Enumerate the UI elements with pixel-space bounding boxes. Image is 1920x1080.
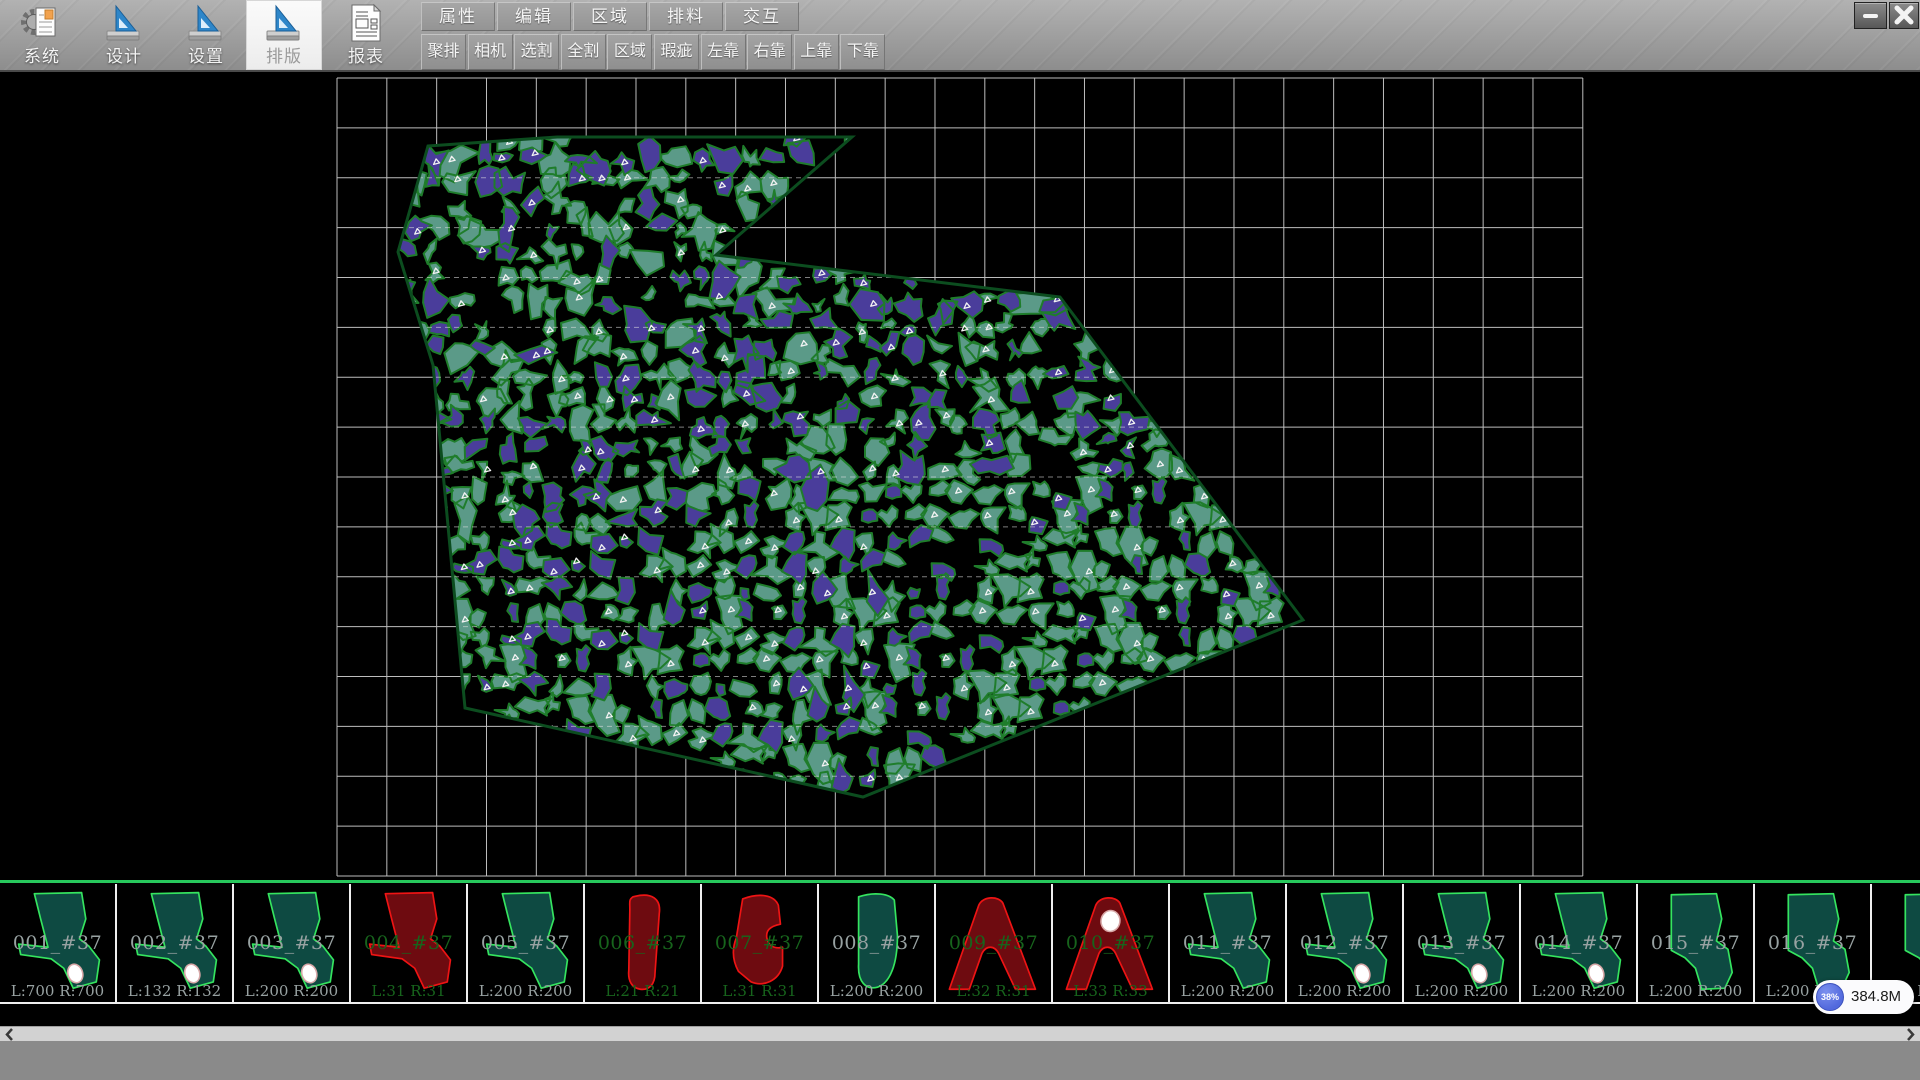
piece-count-label: L:33 R:33 xyxy=(1053,982,1168,1000)
piece-count-label: L:200 R:200 xyxy=(819,982,934,1000)
piece-name: 010_#37 xyxy=(1053,932,1168,954)
minimize-button[interactable] xyxy=(1854,2,1887,29)
tab-label: 排版 xyxy=(246,42,322,67)
tab-4[interactable]: 排版 xyxy=(246,0,322,70)
piece-count-label: L:700 R:700 xyxy=(0,982,115,1000)
tab-label: 系统 xyxy=(4,42,80,67)
piece-count-label: L:200 R:200 xyxy=(1404,982,1519,1000)
tool-button-10[interactable]: 下靠 xyxy=(840,34,885,70)
piece-name: 005_#37 xyxy=(468,932,583,954)
piece-thumbnail-4[interactable]: 004_#37 L:31 R:31 xyxy=(351,884,468,1002)
piece-count-label: L:132 R:132 xyxy=(117,982,232,1000)
tool-button-8[interactable]: 右靠 xyxy=(747,34,792,70)
piece-count-label: L:31 R:31 xyxy=(702,982,817,1000)
piece-name: 014_#37 xyxy=(1521,932,1636,954)
tab-label: 报表 xyxy=(328,42,404,67)
piece-count-label: L:200 R:200 xyxy=(468,982,583,1000)
tool-button-3[interactable]: 选割 xyxy=(514,34,559,70)
tab-label: 设计 xyxy=(86,42,162,67)
piece-thumbnail-2[interactable]: 002_#37 L:132 R:132 xyxy=(117,884,234,1002)
scroll-left-icon[interactable] xyxy=(2,1027,18,1042)
piece-thumbnail-9[interactable]: 009_#37 L:32 R:31 xyxy=(936,884,1053,1002)
memory-value-label: 384.8M xyxy=(1851,980,1901,1014)
piece-thumbnail-8[interactable]: 008_#37 L:200 R:200 xyxy=(819,884,936,1002)
menu-button-2[interactable]: 编辑 xyxy=(497,2,571,31)
piece-thumbnail-14[interactable]: 014_#37 L:200 R:200 xyxy=(1521,884,1638,1002)
piece-thumbnail-3[interactable]: 003_#37 L:200 R:200 xyxy=(234,884,351,1002)
tab-1[interactable]: 系统 xyxy=(4,0,80,70)
piece-count-label: L:21 R:21 xyxy=(585,982,700,1000)
tab-3[interactable]: 设置 xyxy=(168,0,244,70)
main-toolbar: 系统设计设置排版报表 属性编辑区域排料交互 聚排相机选割全割区域瑕疵左靠右靠上靠… xyxy=(0,0,1920,72)
memory-usage-badge: 38% 384.8M xyxy=(1813,980,1914,1014)
scroll-right-icon[interactable] xyxy=(1902,1027,1918,1042)
nesting-canvas-viewport[interactable] xyxy=(0,72,1920,880)
tool-button-1[interactable]: 聚排 xyxy=(421,34,466,70)
tool-button-2[interactable]: 相机 xyxy=(468,34,513,70)
application-window: 系统设计设置排版报表 属性编辑区域排料交互 聚排相机选割全割区域瑕疵左靠右靠上靠… xyxy=(0,0,1920,1080)
tool-button-7[interactable]: 左靠 xyxy=(701,34,746,70)
piece-thumbnail-11[interactable]: 011_#37 L:200 R:200 xyxy=(1170,884,1287,1002)
horizontal-scrollbar[interactable] xyxy=(0,1026,1920,1041)
close-icon xyxy=(1890,3,1918,28)
piece-thumbnail-13[interactable]: 013_#37 L:200 R:200 xyxy=(1404,884,1521,1002)
piece-thumbnail-10[interactable]: 010_#37 L:33 R:33 xyxy=(1053,884,1170,1002)
piece-name: 004_#37 xyxy=(351,932,466,954)
tab-label: 设置 xyxy=(168,42,244,67)
piece-name: 0 xyxy=(1872,932,1920,954)
piece-count-label: L:32 R:31 xyxy=(936,982,1051,1000)
menu-button-4[interactable]: 排料 xyxy=(649,2,723,31)
piece-count-label: L:200 R:200 xyxy=(1521,982,1636,1000)
piece-count-label: L:200 R:200 xyxy=(1170,982,1285,1000)
piece-thumbnail-6[interactable]: 006_#37 L:21 R:21 xyxy=(585,884,702,1002)
piece-name: 009_#37 xyxy=(936,932,1051,954)
piece-name: 007_#37 xyxy=(702,932,817,954)
piece-thumbnail-5[interactable]: 005_#37 L:200 R:200 xyxy=(468,884,585,1002)
piece-name: 001_#37 xyxy=(0,932,115,954)
piece-count-label: L:200 R:200 xyxy=(1287,982,1402,1000)
menu-button-5[interactable]: 交互 xyxy=(725,2,799,31)
piece-thumbnail-12[interactable]: 012_#37 L:200 R:200 xyxy=(1287,884,1404,1002)
menu-button-3[interactable]: 区域 xyxy=(573,2,647,31)
tab-5[interactable]: 报表 xyxy=(328,0,404,70)
minimize-icon xyxy=(1855,3,1886,28)
piece-count-label: L:200 R:200 xyxy=(234,982,349,1000)
tool-button-5[interactable]: 区域 xyxy=(607,34,652,70)
close-button[interactable] xyxy=(1889,2,1919,29)
piece-name: 012_#37 xyxy=(1287,932,1402,954)
nesting-drawing xyxy=(0,72,1920,880)
piece-thumbnail-7[interactable]: 007_#37 L:31 R:31 xyxy=(702,884,819,1002)
piece-name: 008_#37 xyxy=(819,932,934,954)
status-bar xyxy=(0,1041,1920,1080)
piece-name: 006_#37 xyxy=(585,932,700,954)
piece-thumbnail-15[interactable]: 015_#37 L:200 R:200 xyxy=(1638,884,1755,1002)
tool-button-4[interactable]: 全割 xyxy=(561,34,606,70)
piece-name: 003_#37 xyxy=(234,932,349,954)
piece-count-label: L:200 R:200 xyxy=(1638,982,1753,1000)
strip-separator-line xyxy=(0,880,1920,883)
piece-thumbnail-1[interactable]: 001_#37 L:700 R:700 xyxy=(0,884,117,1002)
piece-name: 011_#37 xyxy=(1170,932,1285,954)
tab-2[interactable]: 设计 xyxy=(86,0,162,70)
piece-name: 016_#37 xyxy=(1755,932,1870,954)
tool-button-6[interactable]: 瑕疵 xyxy=(654,34,699,70)
piece-count-label: L:31 R:31 xyxy=(351,982,466,1000)
memory-percent-indicator: 38% xyxy=(1816,983,1844,1011)
tool-button-9[interactable]: 上靠 xyxy=(794,34,839,70)
menu-button-1[interactable]: 属性 xyxy=(421,2,495,31)
piece-thumbnail-strip[interactable]: 001_#37L:700 R:700002_#37L:132 R:132003_… xyxy=(0,884,1920,1004)
piece-name: 002_#37 xyxy=(117,932,232,954)
piece-name: 015_#37 xyxy=(1638,932,1753,954)
piece-name: 013_#37 xyxy=(1404,932,1519,954)
